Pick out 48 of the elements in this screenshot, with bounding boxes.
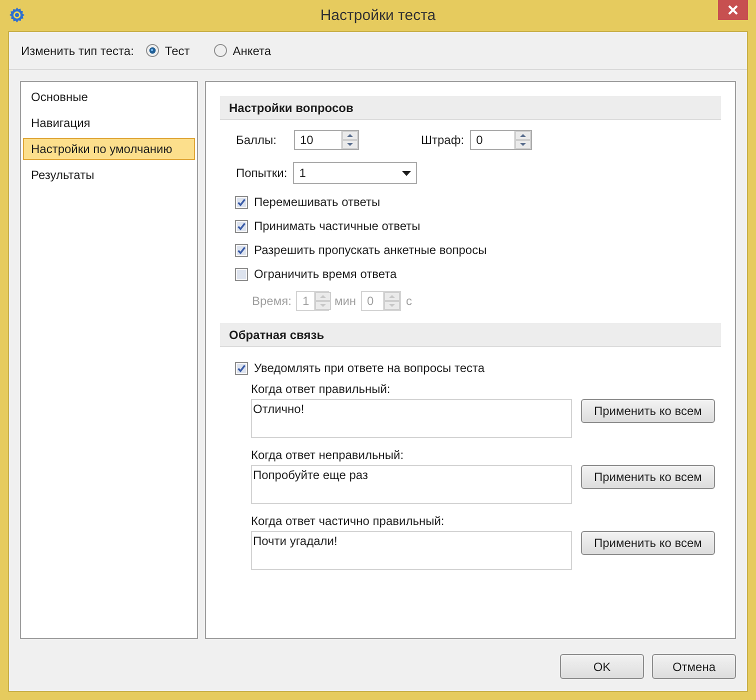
radio-label: Тест — [164, 44, 190, 58]
sidebar-item[interactable]: Настройки по умолчанию — [23, 138, 195, 160]
apply-to-all-button[interactable]: Применить ко всем — [581, 465, 715, 489]
message-textarea[interactable]: Отлично! — [251, 399, 572, 438]
message-textarea[interactable]: Почти угадали! — [251, 531, 572, 570]
sidebar-item[interactable]: Навигация — [23, 112, 195, 134]
window-title: Настройки теста — [320, 7, 436, 24]
field-label: Штраф: — [421, 133, 464, 147]
checkbox[interactable] — [235, 196, 248, 208]
radio-button[interactable] — [214, 44, 227, 57]
field-label: Когда ответ неправильный: — [251, 448, 405, 462]
points-spinner[interactable]: 10 — [294, 130, 359, 150]
spinner-arrows-icon[interactable] — [514, 131, 532, 149]
field-label: Баллы: — [236, 133, 278, 147]
field-label: Когда ответ частично правильный: — [251, 514, 446, 528]
gear-icon — [9, 7, 25, 23]
radio-label: Анкета — [232, 44, 272, 58]
spinner-arrows-icon[interactable] — [341, 131, 358, 149]
field-label: Время: — [252, 294, 292, 308]
radio-button[interactable] — [146, 44, 159, 57]
dialog-button[interactable]: Отмена — [652, 654, 736, 679]
checkbox-label: Разрешить пропускать анкетные вопросы — [254, 243, 487, 257]
field-label: Когда ответ правильный: — [251, 382, 392, 396]
checkbox[interactable] — [235, 268, 248, 280]
dialog-button[interactable]: OK — [560, 654, 644, 679]
checkbox-label: Ограничить время ответа — [254, 267, 397, 281]
checkbox-label: Принимать частичные ответы — [254, 219, 420, 233]
apply-to-all-button[interactable]: Применить ко всем — [581, 531, 715, 555]
attempts-dropdown[interactable]: 1 — [293, 162, 418, 184]
close-icon — [728, 5, 738, 15]
checkbox[interactable] — [235, 244, 248, 256]
caret-icon — [402, 170, 412, 176]
apply-to-all-button[interactable]: Применить ко всем — [581, 399, 715, 423]
checkbox-label: Уведомлять при ответе на вопросы теста — [254, 361, 485, 375]
sidebar-item[interactable]: Основные — [23, 86, 195, 108]
penalty-spinner[interactable]: 0 — [470, 130, 532, 150]
section-header: Обратная связь — [220, 323, 721, 347]
checkbox[interactable] — [235, 220, 248, 232]
checkbox-label: Перемешивать ответы — [254, 195, 380, 209]
field-label: Изменить тип теста: — [21, 44, 134, 58]
field-label: Попытки: — [236, 166, 288, 180]
message-textarea[interactable]: Попробуйте еще раз — [251, 465, 572, 504]
sidebar-item[interactable]: Результаты — [23, 164, 195, 186]
unit-label: мин — [334, 294, 356, 308]
section-header: Настройки вопросов — [220, 96, 721, 120]
unit-label: с — [406, 294, 412, 308]
checkbox[interactable] — [235, 362, 248, 374]
close-button[interactable] — [718, 0, 748, 20]
